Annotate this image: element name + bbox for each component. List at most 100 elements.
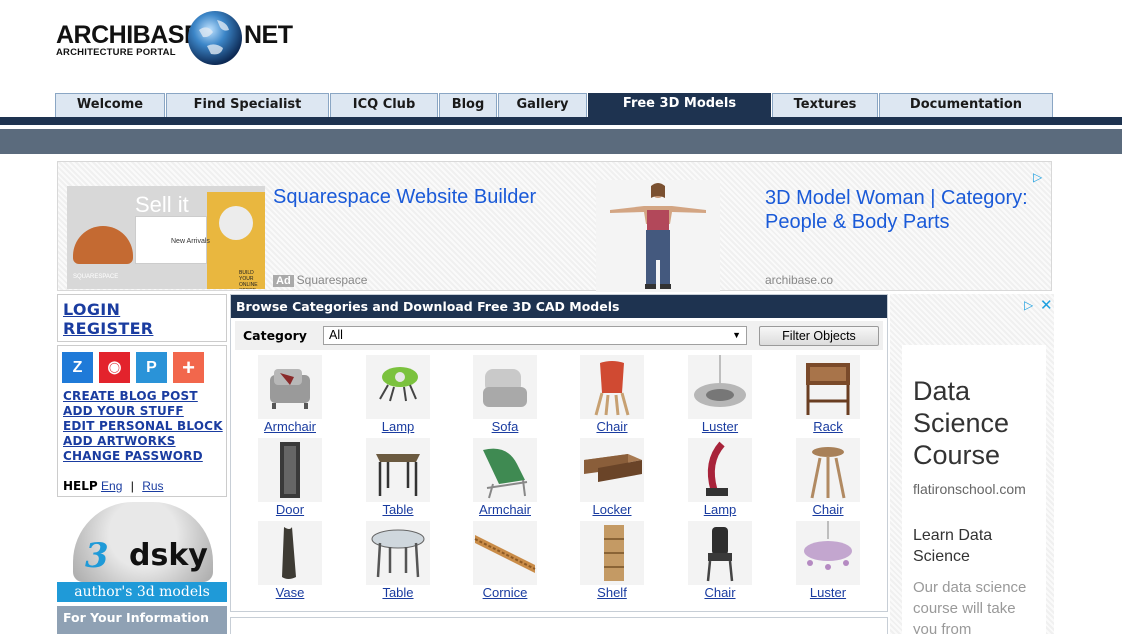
add-your-stuff-link[interactable]: ADD YOUR STUFF xyxy=(63,404,223,419)
model-item-armchair[interactable]: Armchair xyxy=(240,355,340,437)
register-link[interactable]: REGISTER xyxy=(63,319,226,338)
model-item-label: Chair xyxy=(704,585,736,600)
locker-thumbnail xyxy=(580,438,644,502)
ad-squarespace-link[interactable]: Squarespace Website Builder xyxy=(273,186,536,209)
logo-subtitle: ARCHITECTURE PORTAL xyxy=(56,47,176,58)
luster-thumbnail xyxy=(688,355,752,419)
right-ad-card[interactable]: Data Science Course flatironschool.com L… xyxy=(902,345,1046,634)
adchoices-icon[interactable]: ▷ xyxy=(1024,298,1033,312)
nav-bar-grey xyxy=(0,129,1122,154)
model-item-label: Chair xyxy=(596,419,628,434)
ad-cta-text: BUILD YOUR ONLINE STORE xyxy=(239,270,258,289)
model-item-lamp[interactable]: Lamp xyxy=(348,355,448,437)
login-link[interactable]: LOGIN xyxy=(63,300,226,319)
model-item-lamp-2[interactable]: Lamp xyxy=(670,438,770,520)
model-item-label: Shelf xyxy=(597,585,627,600)
change-password-link[interactable]: CHANGE PASSWORD xyxy=(63,449,223,464)
rack-thumbnail xyxy=(796,355,860,419)
ad-3d-model-woman-link[interactable]: 3D Model Woman | Category: People & Body… xyxy=(765,186,1045,234)
ad-sellit-text: Sell it xyxy=(135,192,189,217)
shelf-thumbnail xyxy=(580,521,644,585)
door-thumbnail xyxy=(258,438,322,502)
model-item-luster-2[interactable]: Luster xyxy=(778,521,878,603)
help-eng-link[interactable]: Eng xyxy=(101,479,122,493)
tab-blog[interactable]: Blog xyxy=(439,93,497,117)
logo-word-net: NET xyxy=(244,21,293,49)
3dsky-banner[interactable]: 3 dsky author's 3d models xyxy=(57,500,227,602)
tab-gallery[interactable]: Gallery xyxy=(498,93,587,117)
3dsky-brand-3: 3 xyxy=(85,536,109,576)
site-logo[interactable]: ARCHIBASE NET ARCHITECTURE PORTAL xyxy=(56,11,296,68)
category-select[interactable]: All ▼ xyxy=(323,326,747,345)
model-item-table[interactable]: Table xyxy=(348,438,448,520)
help-rus-link[interactable]: Rus xyxy=(142,479,163,493)
model-item-label: Locker xyxy=(592,502,632,517)
zotero-icon[interactable]: Z xyxy=(62,352,93,383)
chair-thumbnail xyxy=(796,438,860,502)
ad-archibase-source: archibase.co xyxy=(765,273,834,287)
model-item-label: Table xyxy=(382,585,414,600)
squarespace-ad-image[interactable]: New Arrivals Sell it SQUARESPACE BUILD Y… xyxy=(67,186,265,289)
ad-source-name: Squarespace xyxy=(296,273,368,287)
ad-circle xyxy=(219,206,253,240)
category-label: Category xyxy=(243,328,307,343)
model-item-shelf[interactable]: Shelf xyxy=(562,521,662,603)
model-item-label: Cornice xyxy=(482,585,528,600)
model-item-armchair-2[interactable]: Armchair xyxy=(455,438,555,520)
right-ad: ▷ ✕ Data Science Course flatironschool.c… xyxy=(890,294,1054,634)
model-item-label: Rack xyxy=(813,419,843,434)
panel-title: Browse Categories and Download Free 3D C… xyxy=(231,295,887,318)
ad-card-text: New Arrivals xyxy=(171,238,210,245)
filter-objects-button[interactable]: Filter Objects xyxy=(759,326,879,346)
model-item-door[interactable]: Door xyxy=(240,438,340,520)
model-item-label: Sofa xyxy=(491,419,519,434)
armchair-thumbnail xyxy=(473,438,537,502)
luster-thumbnail xyxy=(796,521,860,585)
user-links: CREATE BLOG POST ADD YOUR STUFF EDIT PER… xyxy=(63,389,223,464)
tab-free-3d-models[interactable]: Free 3D Models xyxy=(588,93,771,117)
model-item-vase[interactable]: Vase xyxy=(240,521,340,603)
model-item-chair-2[interactable]: Chair xyxy=(778,438,878,520)
help-row: HELP Eng | Rus xyxy=(63,479,164,493)
plus-icon[interactable]: + xyxy=(173,352,204,383)
next-panel-top xyxy=(230,617,888,634)
chair-thumbnail xyxy=(580,355,644,419)
adchoices-icon[interactable]: ▷ xyxy=(1033,170,1042,184)
model-item-luster[interactable]: Luster xyxy=(670,355,770,437)
tab-welcome[interactable]: Welcome xyxy=(55,93,165,117)
tab-find-specialist[interactable]: Find Specialist xyxy=(166,93,329,117)
category-select-value: All xyxy=(329,328,343,342)
tab-icq-club[interactable]: ICQ Club xyxy=(330,93,438,117)
right-ad-domain: flatironschool.com xyxy=(913,481,1026,497)
logo-word-archibase: ARCHIBASE xyxy=(56,21,201,49)
ad-squarespace-source: Ad Squarespace xyxy=(273,273,367,287)
model-item-label: Lamp xyxy=(381,419,415,434)
model-item-label: Lamp xyxy=(703,502,737,517)
close-ad-icon[interactable]: ✕ xyxy=(1040,296,1053,314)
edit-personal-block-link[interactable]: EDIT PERSONAL BLOCK xyxy=(63,419,223,434)
3dsky-brand-dsky: dsky xyxy=(129,538,208,573)
model-item-table-2[interactable]: Table xyxy=(348,521,448,603)
add-artworks-link[interactable]: ADD ARTWORKS xyxy=(63,434,223,449)
create-blog-post-link[interactable]: CREATE BLOG POST xyxy=(63,389,223,404)
model-item-chair[interactable]: Chair xyxy=(562,355,662,437)
model-item-sofa[interactable]: Sofa xyxy=(455,355,555,437)
model-item-chair-3[interactable]: Chair xyxy=(670,521,770,603)
model-item-cornice[interactable]: Cornice xyxy=(455,521,555,603)
model-item-label: Armchair xyxy=(478,502,531,517)
woman-3d-model-image[interactable] xyxy=(596,180,720,292)
for-your-information-header: For Your Information xyxy=(57,606,227,634)
bag-illustration xyxy=(73,226,133,264)
pinboard-icon[interactable]: P xyxy=(136,352,167,383)
help-label: HELP xyxy=(63,479,98,493)
model-item-locker[interactable]: Locker xyxy=(562,438,662,520)
lamp-thumbnail xyxy=(688,438,752,502)
model-item-label: Chair xyxy=(812,502,844,517)
woman-figure-icon xyxy=(610,183,706,289)
tab-textures[interactable]: Textures xyxy=(772,93,878,117)
model-item-label: Table xyxy=(382,502,414,517)
model-item-rack[interactable]: Rack xyxy=(778,355,878,437)
weibo-icon[interactable]: ◉ xyxy=(99,352,130,383)
tab-documentation[interactable]: Documentation xyxy=(879,93,1053,117)
nav-bar-dark xyxy=(0,117,1122,125)
